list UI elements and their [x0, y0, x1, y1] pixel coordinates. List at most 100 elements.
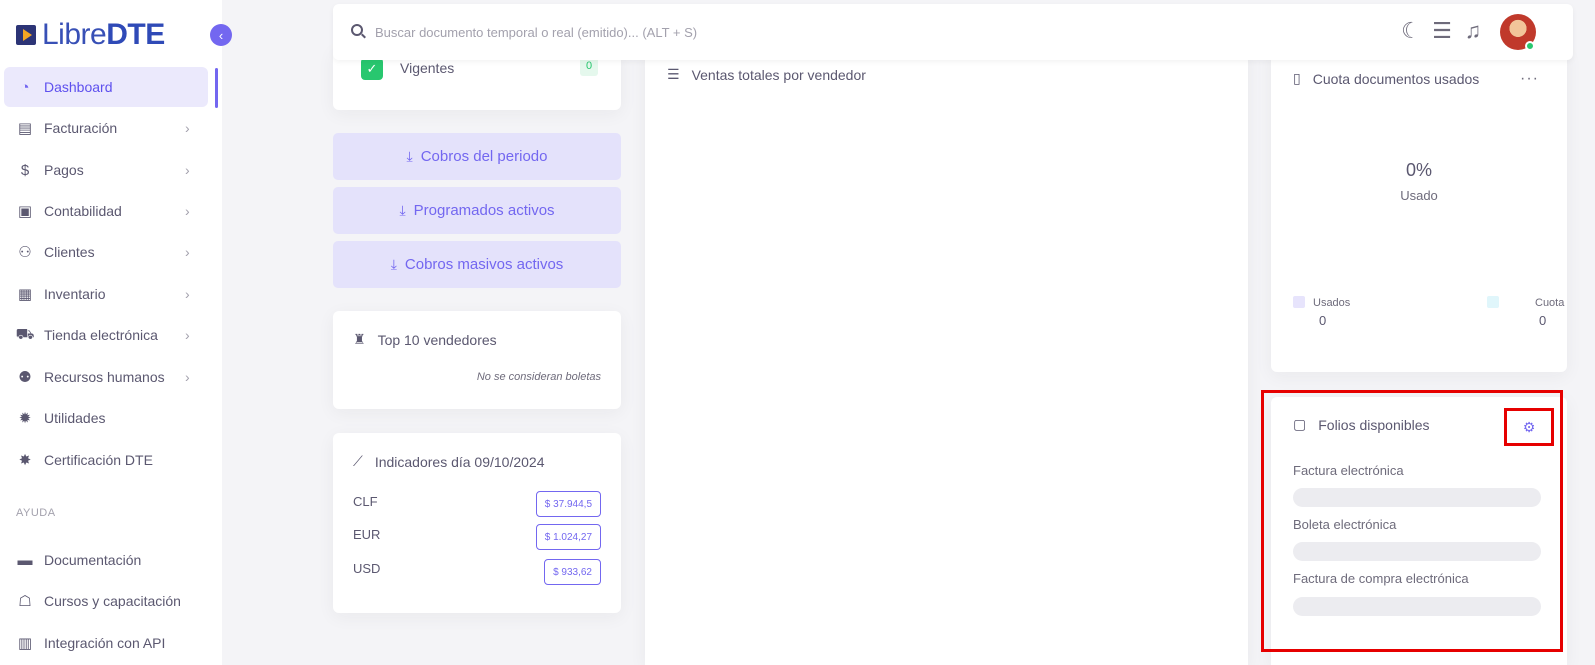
top-navbar: ☾ ☰ ♫: [333, 4, 1573, 60]
legend-label-usados: Usados: [1313, 297, 1351, 309]
chevron-right-icon: ›: [185, 244, 190, 260]
sidebar-item-label: Recursos humanos: [44, 369, 165, 385]
cuota-percent: 0%: [1405, 160, 1432, 180]
sidebar-item-label: Integración con API: [44, 635, 166, 651]
button-label: Cobros masivos activos: [404, 256, 564, 273]
book-icon: ▬: [17, 551, 33, 569]
sidebar-item-cursos[interactable]: ☖ Cursos y capacitación: [4, 581, 208, 621]
trend-chart-icon: ⟋: [353, 453, 363, 469]
legend-label-cuota: Cuota: [1535, 297, 1565, 309]
indicadores-title-text: Indicadores día 09/10/2024: [374, 453, 545, 470]
sidebar-item-label: Facturación: [44, 120, 118, 136]
cuota-card: ▯ Cuota documentos usados ··· 0% Usado U…: [1271, 48, 1567, 372]
shield-check-icon: ✓: [361, 58, 383, 80]
legend-swatch-usados: [1293, 296, 1305, 308]
top-vendedores-title: ♜ Top 10 vendedores: [353, 331, 497, 348]
users-icon: ⚇: [18, 244, 32, 261]
bell-icon[interactable]: ♫: [1461, 18, 1485, 44]
calculator-icon: ▯: [1293, 70, 1301, 86]
search-icon: [351, 24, 363, 36]
download-icon: ⤓: [390, 256, 397, 272]
indicator-label-eur: EUR: [353, 527, 381, 542]
cobros-masivos-button[interactable]: ⤓ Cobros masivos activos: [333, 241, 621, 288]
legend-swatch-cuota: [1487, 296, 1499, 308]
indicadores-card: ⟋ Indicadores día 09/10/2024 CLF $ 37.94…: [333, 433, 621, 613]
sidebar-collapse-button[interactable]: ‹: [210, 24, 232, 46]
sidebar-item-utilidades[interactable]: ✹ Utilidades: [4, 398, 208, 438]
people-icon: ⚉: [18, 369, 32, 386]
sidebar-item-label: Utilidades: [44, 410, 106, 426]
top-vendedores-note: No se consideran boletas: [476, 371, 601, 383]
download-icon: ⤓: [399, 202, 406, 218]
cuota-percent-label: Usado: [1400, 188, 1438, 203]
legend-value-usados: 0: [1319, 313, 1327, 328]
sidebar-item-label: Clientes: [44, 244, 95, 260]
sidebar-item-label: Contabilidad: [44, 203, 122, 219]
brand-logo[interactable]: LibreDTE: [16, 20, 165, 50]
sidebar-item-label: Cursos y capacitación: [44, 593, 181, 609]
sidebar-item-label: Documentación: [44, 552, 142, 568]
boxes-icon: ▦: [17, 286, 33, 303]
chevron-right-icon: ›: [185, 162, 190, 178]
sidebar-item-pagos[interactable]: $ Pagos ›: [4, 150, 208, 190]
chevron-right-icon: ›: [185, 120, 190, 136]
menu-icon[interactable]: ☰: [1430, 18, 1454, 44]
cobros-periodo-button[interactable]: ⤓ Cobros del periodo: [333, 133, 621, 180]
sidebar-item-recursos-humanos[interactable]: ⚉ Recursos humanos ›: [4, 357, 208, 397]
moon-icon[interactable]: ☾: [1399, 18, 1423, 44]
vigentes-label: Vigentes: [400, 60, 455, 76]
section-label-ayuda: AYUDA: [16, 507, 56, 519]
ventas-title-text: Ventas totales por vendedor: [691, 66, 866, 83]
download-icon: ⤓: [406, 148, 413, 164]
more-options-icon[interactable]: ···: [1520, 70, 1539, 88]
sidebar-item-certificacion[interactable]: ✸ Certificación DTE: [4, 440, 208, 480]
brand-name: LibreDTE: [42, 18, 165, 51]
sidebar-item-dashboard[interactable]: ◔ Dashboard: [4, 67, 208, 107]
ventas-title: ☰ Ventas totales por vendedor: [667, 66, 866, 83]
sidebar-item-api[interactable]: ▥ Integración con API: [4, 623, 208, 663]
sidebar: LibreDTE ◔ Dashboard ▤ Facturación › $ P…: [0, 0, 222, 665]
sidebar-item-tienda[interactable]: ⛟ Tienda electrónica ›: [4, 315, 208, 355]
programados-activos-button[interactable]: ⤓ Programados activos: [333, 187, 621, 234]
indicator-value-clf: $ 37.944,5: [535, 491, 601, 517]
sidebar-item-label: Pagos: [44, 162, 84, 178]
dashboard-icon: ◔: [20, 78, 30, 96]
dollar-icon: $: [20, 161, 30, 179]
document-icon: ▤: [17, 120, 33, 137]
chevron-right-icon: ›: [185, 286, 190, 302]
logo-mark-icon: [16, 25, 36, 45]
chevron-right-icon: ›: [185, 203, 190, 219]
gear-icon: ✹: [18, 410, 32, 427]
cuota-title-text: Cuota documentos usados: [1312, 70, 1480, 87]
indicator-value-usd: $ 933,62: [544, 559, 601, 585]
indicator-label-usd: USD: [353, 561, 381, 576]
sidebar-item-label: Certificación DTE: [44, 452, 153, 468]
money-icon: ▣: [17, 203, 33, 220]
highlight-frame-settings: [1504, 408, 1554, 446]
sidebar-item-label: Dashboard: [44, 79, 113, 95]
podium-icon: ♜: [353, 331, 366, 347]
sidebar-item-documentacion[interactable]: ▬ Documentación: [4, 540, 208, 580]
badge-icon: ✸: [18, 452, 32, 469]
top-vendedores-card: ♜ Top 10 vendedores No se consideran bol…: [333, 311, 621, 409]
indicator-value-eur: $ 1.024,27: [535, 524, 601, 550]
search-input[interactable]: [375, 20, 1075, 44]
cart-icon: ⛟: [15, 325, 35, 343]
cuota-title: ▯ Cuota documentos usados: [1293, 70, 1479, 87]
sidebar-item-contabilidad[interactable]: ▣ Contabilidad ›: [4, 191, 208, 231]
online-status-dot: [1525, 41, 1535, 51]
indicator-label-clf: CLF: [353, 494, 378, 509]
api-icon: ▥: [17, 635, 33, 652]
chevron-right-icon: ›: [185, 369, 190, 385]
teacher-icon: ☖: [18, 593, 32, 610]
indicadores-title: ⟋ Indicadores día 09/10/2024: [353, 453, 545, 470]
top-vendedores-title-text: Top 10 vendedores: [377, 331, 497, 348]
legend-value-cuota: 0: [1539, 313, 1547, 328]
sidebar-item-clientes[interactable]: ⚇ Clientes ›: [4, 232, 208, 272]
sidebar-item-inventario[interactable]: ▦ Inventario ›: [4, 274, 208, 314]
sidebar-item-facturacion[interactable]: ▤ Facturación ›: [4, 108, 208, 148]
ventas-card: ☰ Ventas totales por vendedor: [645, 48, 1248, 665]
button-label: Cobros del periodo: [420, 148, 548, 165]
chevron-right-icon: ›: [185, 327, 190, 343]
sidebar-item-label: Tienda electrónica: [44, 327, 158, 343]
